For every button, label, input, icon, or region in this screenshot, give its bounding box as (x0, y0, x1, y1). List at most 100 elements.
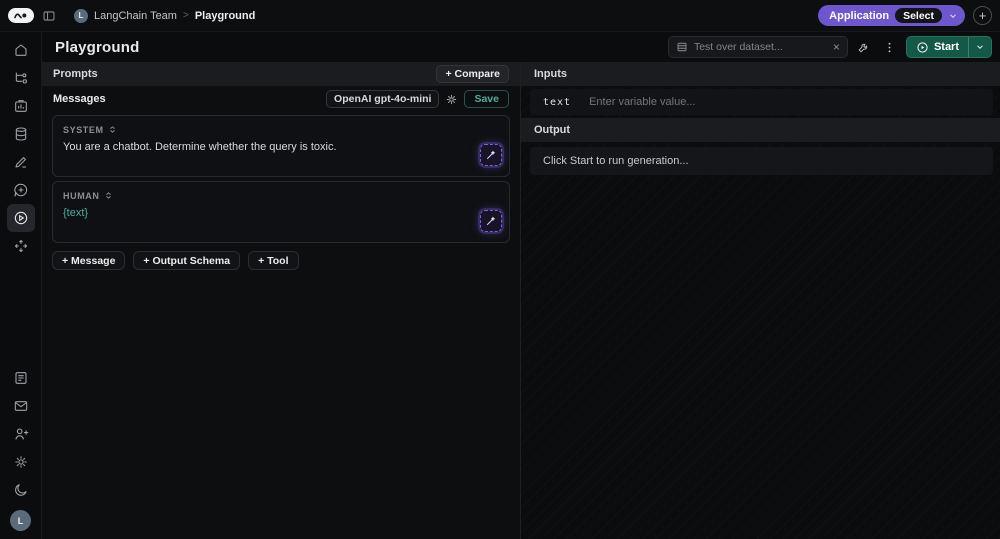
breadcrumb-separator: > (182, 10, 189, 21)
sidebar-item-monitoring[interactable] (7, 92, 35, 120)
topbar-right: Application Select + (818, 5, 992, 26)
unfold-icon (108, 124, 117, 135)
gear-icon (14, 456, 27, 468)
wand-icon (487, 150, 495, 159)
prompts-panel: Prompts + Compare Messages OpenAI gpt-4o… (42, 62, 521, 539)
message-plus-icon (13, 183, 27, 197)
sidebar-item-home[interactable] (7, 36, 35, 64)
role-label: SYSTEM (63, 124, 104, 135)
file-text-icon (14, 372, 27, 384)
input-variable-row[interactable]: text (530, 89, 993, 115)
message-cards: SYSTEM You are a chatbot. Determine whet… (42, 112, 520, 243)
prompt-tools-button[interactable] (854, 37, 874, 57)
prompts-panel-header: Prompts + Compare (42, 62, 520, 86)
topbar-left: L LangChain Team > Playground (8, 8, 255, 23)
bar-chart-icon (14, 100, 27, 112)
sidebar-item-feedback[interactable] (7, 176, 35, 204)
wand-icon (487, 216, 495, 225)
topbar: L LangChain Team > Playground Applicatio… (0, 0, 1000, 32)
sidebar: L (0, 32, 42, 539)
sidebar-toggle-icon[interactable] (42, 9, 56, 23)
start-options-button[interactable] (969, 37, 991, 57)
clear-dataset-icon[interactable]: × (833, 41, 840, 53)
gear-icon (447, 94, 457, 104)
model-settings-button[interactable] (445, 93, 458, 106)
save-button[interactable]: Save (464, 90, 509, 108)
add-message-button[interactable]: + Message (52, 251, 126, 270)
breadcrumb-page[interactable]: Playground (195, 10, 256, 22)
messages-toolbar-right: OpenAI gpt-4o-mini Save (326, 90, 509, 108)
sidebar-item-annotation[interactable] (7, 148, 35, 176)
message-content[interactable]: You are a chatbot. Determine whether the… (63, 140, 499, 155)
sidebar-item-invite-user[interactable] (7, 420, 35, 448)
inputs-title: Inputs (534, 68, 567, 80)
langsmith-logo[interactable] (8, 8, 34, 23)
inputs-panel-header: Inputs (521, 62, 1000, 86)
application-label: Application (829, 9, 890, 22)
messages-toolbar: Messages OpenAI gpt-4o-mini Save (42, 86, 520, 112)
test-over-dataset-field[interactable]: × (667, 36, 848, 58)
user-plus-icon (14, 428, 28, 440)
add-tool-button[interactable]: + Tool (248, 251, 299, 270)
output-title: Output (534, 124, 571, 136)
pencil-icon (14, 157, 26, 168)
output-empty-text: Click Start to run generation... (543, 155, 689, 167)
more-options-button[interactable] (880, 37, 900, 57)
user-avatar[interactable]: L (10, 510, 31, 531)
page-header: Playground × (42, 32, 1000, 62)
role-selector[interactable]: HUMAN (63, 190, 113, 201)
human-message-card[interactable]: HUMAN {text} (52, 181, 510, 243)
prompts-title: Prompts (53, 68, 98, 80)
sidebar-item-settings[interactable] (7, 448, 35, 476)
role-selector[interactable]: SYSTEM (63, 124, 117, 135)
start-label: Start (933, 41, 959, 53)
sidebar-item-deployments[interactable] (7, 232, 35, 260)
wrench-icon (859, 43, 868, 52)
compare-button[interactable]: + Compare (436, 65, 509, 83)
kebab-menu-icon (889, 42, 891, 52)
output-empty-state: Click Start to run generation... (530, 147, 993, 175)
add-output-schema-button[interactable]: + Output Schema (133, 251, 241, 270)
trace-tree-icon (15, 72, 27, 84)
sidebar-item-playground[interactable] (6, 204, 35, 232)
message-content[interactable]: {text} (63, 206, 499, 221)
logo-glyph-icon (14, 13, 27, 19)
breadcrumb: L LangChain Team > Playground (74, 8, 256, 23)
variable-name-label: text (543, 96, 572, 108)
new-item-button[interactable]: + (973, 6, 992, 25)
move-arrows-icon (14, 240, 27, 252)
add-buttons-row: + Message + Output Schema + Tool (42, 247, 520, 270)
team-avatar: L (74, 8, 88, 23)
sidebar-item-datasets[interactable] (7, 120, 35, 148)
chevron-down-icon (977, 45, 983, 49)
application-selector[interactable]: Application Select (818, 5, 965, 26)
chevron-down-icon (948, 11, 958, 21)
play-circle-icon (917, 41, 928, 53)
sidebar-item-mail[interactable] (7, 392, 35, 420)
dataset-search-input[interactable] (693, 41, 827, 53)
moon-icon (14, 484, 27, 496)
io-panel: Inputs text Output Click Start to run ge… (521, 62, 1000, 539)
sidebar-item-tracing[interactable] (7, 64, 35, 92)
model-selector-badge[interactable]: OpenAI gpt-4o-mini (326, 90, 440, 108)
variable-value-input[interactable] (589, 96, 980, 108)
play-circle-icon (14, 211, 27, 225)
messages-title: Messages (53, 93, 106, 105)
prompt-canvas-button[interactable] (480, 210, 502, 232)
start-split-button: Start (905, 36, 992, 58)
unfold-icon (104, 190, 113, 201)
application-select-value[interactable]: Select (895, 8, 942, 23)
output-panel-header: Output (521, 118, 1000, 142)
role-label: HUMAN (63, 190, 100, 201)
breadcrumb-team[interactable]: LangChain Team (94, 10, 177, 22)
app-window: L LangChain Team > Playground Applicatio… (0, 0, 1000, 539)
mail-icon (14, 401, 27, 411)
database-icon (15, 127, 26, 141)
sidebar-item-docs[interactable] (7, 364, 35, 392)
system-message-card[interactable]: SYSTEM You are a chatbot. Determine whet… (52, 115, 510, 177)
dataset-icon (676, 41, 688, 53)
start-button[interactable]: Start (907, 37, 968, 57)
sidebar-item-theme-toggle[interactable] (7, 476, 35, 504)
prompt-canvas-button[interactable] (480, 144, 502, 166)
page-title: Playground (55, 38, 140, 56)
